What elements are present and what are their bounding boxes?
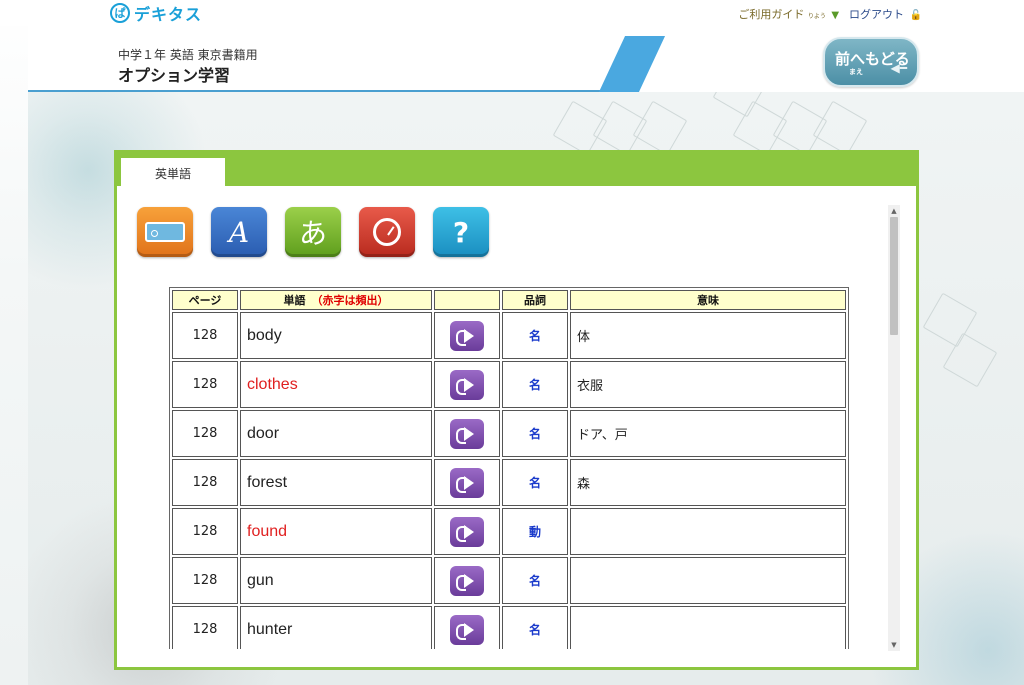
cell-word: forest [240, 459, 432, 506]
table-row: 128 hunter 名 [172, 606, 846, 649]
cell-sound [434, 557, 500, 604]
header-sound [434, 290, 500, 310]
speaker-play-icon[interactable] [450, 565, 484, 596]
top-bar: ぱ デキタス ご利用ガイド りよう ▼ ログアウト 🔓 [0, 0, 1024, 26]
header-pos: 品詞 [502, 290, 568, 310]
cell-page: 128 [172, 508, 238, 555]
tool-buttons: A あ ? [137, 207, 489, 257]
cell-pos: 名 [502, 606, 568, 649]
header-word-note: （赤字は頻出） [311, 294, 389, 307]
page-title: オプション学習 [118, 66, 231, 85]
timer-button[interactable] [359, 207, 415, 257]
cell-sound [434, 361, 500, 408]
cell-pos: 名 [502, 312, 568, 359]
tab-english-words[interactable]: 英単語 [121, 158, 225, 188]
tag-button[interactable] [137, 207, 193, 257]
cell-sound [434, 312, 500, 359]
cell-word: body [240, 312, 432, 359]
cell-meaning: ドア、戸 [570, 410, 846, 457]
cell-pos: 動 [502, 508, 568, 555]
tag-icon [145, 222, 185, 242]
cell-meaning: 森 [570, 459, 846, 506]
table-row: 128 gun 名 [172, 557, 846, 604]
cell-meaning: 衣服 [570, 361, 846, 408]
table-row: 128 clothes 名衣服 [172, 361, 846, 408]
timer-icon [373, 218, 401, 246]
cell-sound [434, 410, 500, 457]
table-body: 128 body 名体 128 clothes 名衣服 128 door 名ドア、戸 128 for… [172, 312, 846, 649]
cell-meaning: 体 [570, 312, 846, 359]
table-row: 128 door 名ドア、戸 [172, 410, 846, 457]
cell-page: 128 [172, 459, 238, 506]
table-row: 128 forest 名森 [172, 459, 846, 506]
cell-page: 128 [172, 557, 238, 604]
course-subtitle: 中学１年 英語 東京書籍用 [118, 48, 258, 62]
english-mode-button[interactable]: A [211, 207, 267, 257]
speaker-play-icon[interactable] [450, 467, 484, 498]
cell-word: hunter [240, 606, 432, 649]
cell-page: 128 [172, 606, 238, 649]
back-button-ruby: まえ [849, 67, 863, 76]
word-table-container: ページ 単語 （赤字は頻出） 品詞 意味 128 body 名体 128 clothes 名… [169, 287, 849, 649]
japanese-mode-button[interactable]: あ [285, 207, 341, 257]
header-meaning: 意味 [570, 290, 846, 310]
cell-page: 128 [172, 312, 238, 359]
cell-meaning [570, 508, 846, 555]
help-button[interactable]: ? [433, 207, 489, 257]
vertical-scrollbar[interactable]: ▲ ▼ [888, 205, 900, 651]
table-row: 128 found 動 [172, 508, 846, 555]
help-icon: ? [452, 215, 470, 249]
speaker-play-icon[interactable] [450, 418, 484, 449]
scroll-up-icon[interactable]: ▲ [888, 205, 900, 217]
arrow-left-icon: ◀━ [890, 61, 907, 75]
speaker-play-icon[interactable] [450, 516, 484, 547]
cell-word: clothes [240, 361, 432, 408]
top-links: ご利用ガイド りよう ▼ ログアウト 🔓 [738, 6, 922, 22]
brand-logo-icon: ぱ [110, 3, 130, 23]
brand-logo[interactable]: ぱ デキタス [110, 2, 202, 24]
speaker-play-icon[interactable] [450, 320, 484, 351]
cell-meaning [570, 557, 846, 604]
header-word-label: 単語 [283, 294, 306, 307]
vocabulary-panel: 英単語 A あ ? ページ 単語 （赤字は頻出） 品詞 意味 128 body … [114, 150, 919, 670]
guide-label: ご利用ガイド [738, 8, 805, 21]
speaker-play-icon[interactable] [450, 369, 484, 400]
guide-ruby: りよう [807, 13, 826, 20]
cell-page: 128 [172, 410, 238, 457]
guide-link[interactable]: ご利用ガイド りよう ▼ [738, 6, 839, 22]
beginner-mark-icon: ▼ [831, 10, 840, 21]
header-divider [28, 90, 608, 92]
cell-word: found [240, 508, 432, 555]
back-button[interactable]: 前へもどる まえ ◀━ [823, 37, 919, 87]
table-row: 128 body 名体 [172, 312, 846, 359]
header-word: 単語 （赤字は頻出） [240, 290, 432, 310]
panel-tab-bar: 英単語 [117, 153, 916, 188]
cell-word: door [240, 410, 432, 457]
scroll-down-icon[interactable]: ▼ [888, 639, 900, 651]
header-page: ページ [172, 290, 238, 310]
alphabet-icon: A [228, 215, 250, 249]
cell-sound [434, 459, 500, 506]
cell-pos: 名 [502, 361, 568, 408]
speaker-play-icon[interactable] [450, 614, 484, 645]
cell-sound [434, 508, 500, 555]
table-header-row: ページ 単語 （赤字は頻出） 品詞 意味 [172, 290, 846, 310]
logout-label: ログアウト [849, 8, 905, 21]
scroll-thumb[interactable] [890, 217, 898, 335]
cell-pos: 名 [502, 410, 568, 457]
cell-pos: 名 [502, 459, 568, 506]
brand-name: デキタス [134, 5, 203, 24]
cell-sound [434, 606, 500, 649]
cell-word: gun [240, 557, 432, 604]
unlock-icon: 🔓 [909, 10, 922, 21]
cell-pos: 名 [502, 557, 568, 604]
cell-page: 128 [172, 361, 238, 408]
hiragana-icon: あ [298, 217, 327, 250]
cell-meaning [570, 606, 846, 649]
word-table: ページ 単語 （赤字は頻出） 品詞 意味 128 body 名体 128 clothes 名… [169, 287, 849, 649]
logout-link[interactable]: ログアウト 🔓 [849, 6, 922, 22]
